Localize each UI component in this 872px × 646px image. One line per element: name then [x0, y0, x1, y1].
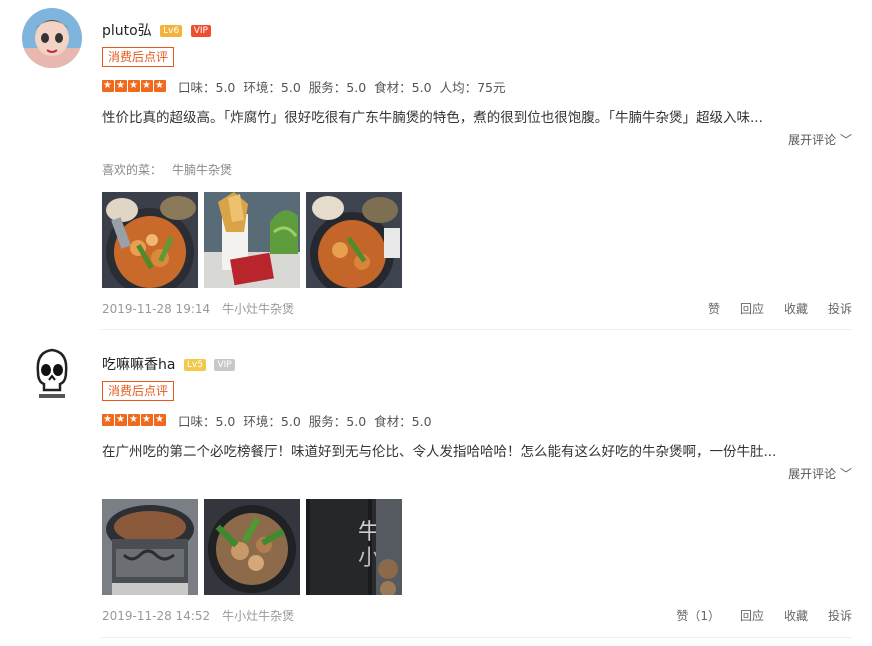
star-icon [102, 414, 114, 426]
username-text[interactable]: 吃嘛嘛香ha [102, 357, 175, 373]
review-actions: 赞（1） 回应 收藏 投诉 [676, 607, 852, 624]
user-avatar[interactable] [22, 342, 82, 402]
username[interactable]: 吃嘛嘛香ha Lv5 VIP [102, 354, 235, 374]
review-text: 在广州吃的第二个必吃榜餐厅！味道好到无与伦比、令人发指哈哈哈！怎么能有这么好吃的… [102, 444, 777, 460]
star-rating [102, 414, 166, 426]
review-meta: 2019-11-28 14:52 牛小灶牛杂煲 [102, 607, 294, 624]
shop-link[interactable]: 牛小灶牛杂煲 [222, 609, 294, 623]
score-breakdown: 口味：5.0 环境：5.0 服务：5.0 食材：5.0 [178, 411, 440, 430]
reply-button[interactable]: 回应 [740, 607, 764, 624]
review-item: 吃嘛嘛香ha Lv5 VIP 消费后点评 口味：5.0 环境：5.0 服务：5.0 食… [0, 0, 872, 646]
divider [101, 637, 852, 638]
star-icon [154, 414, 166, 426]
consumption-review-tag: 消费后点评 [102, 381, 175, 401]
star-icon [141, 414, 153, 426]
review-photo[interactable] [102, 499, 198, 595]
favorite-button[interactable]: 收藏 [784, 607, 808, 624]
report-button[interactable]: 投诉 [828, 607, 852, 624]
score-environment: 环境：5.0 [243, 414, 301, 429]
score-ingredients: 食材：5.0 [374, 414, 432, 429]
level-badge: Lv5 [183, 359, 206, 371]
review-photo[interactable]: 牛 小 [306, 499, 402, 595]
like-button[interactable]: 赞（1） [676, 607, 720, 624]
expand-review-button[interactable]: 展开评论 ﹀ [788, 465, 852, 482]
score-taste: 口味：5.0 [178, 414, 236, 429]
score-service: 服务：5.0 [308, 414, 367, 429]
star-icon [115, 414, 127, 426]
review-date: 2019-11-28 14:52 [102, 609, 211, 623]
review-photo[interactable] [204, 499, 300, 595]
vip-badge: VIP [214, 359, 235, 371]
star-icon [128, 414, 140, 426]
